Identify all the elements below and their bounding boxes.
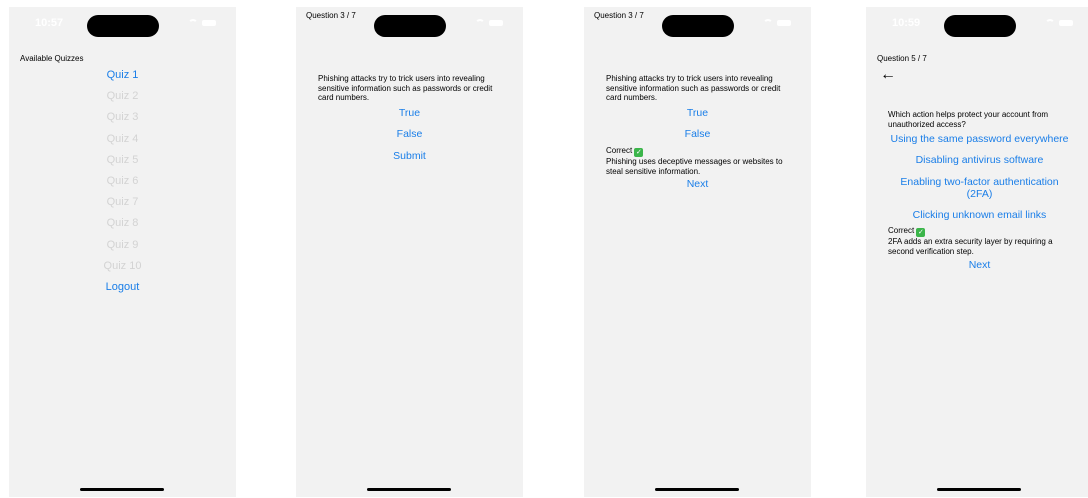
quiz-3-button: Quiz 3 (106, 111, 139, 124)
quiz-5-button: Quiz 5 (106, 153, 139, 166)
option-same-password-button[interactable]: Using the same password everywhere (866, 133, 1088, 145)
answer-feedback: Correct ✓ 2FA adds an extra security lay… (888, 226, 1078, 256)
submit-button[interactable]: Submit (296, 150, 523, 162)
feedback-label: Correct (606, 146, 633, 155)
battery-icon (1059, 19, 1073, 26)
quiz-4-button: Quiz 4 (106, 132, 139, 145)
next-button[interactable]: Next (866, 259, 1088, 271)
question-counter: Question 3 / 7 (306, 11, 356, 20)
option-2fa-button[interactable]: Enabling two-factor authentication (2FA) (896, 176, 1063, 200)
home-indicator[interactable] (937, 488, 1021, 491)
page-title: Available Quizzes (20, 54, 84, 63)
quiz-9-button: Quiz 9 (106, 238, 139, 251)
dynamic-island (944, 15, 1016, 37)
status-time: 10:57 (35, 17, 64, 29)
question-counter: Question 5 / 7 (877, 54, 927, 63)
check-mark-icon: ✓ (916, 228, 926, 237)
home-indicator[interactable] (80, 488, 164, 491)
dynamic-island (662, 15, 734, 37)
check-mark-icon: ✓ (634, 148, 644, 157)
wifi-icon (1045, 19, 1055, 26)
question-text: Which action helps protect your account … (888, 110, 1049, 129)
home-indicator[interactable] (367, 488, 451, 491)
quiz-8-button: Quiz 8 (106, 217, 139, 230)
battery-icon (777, 19, 791, 26)
question-screen-answered: Question 3 / 7 Phishing attacks try to t… (584, 7, 811, 497)
question-screen-unanswered: Question 3 / 7 Phishing attacks try to t… (296, 7, 523, 497)
answer-feedback: Correct ✓ Phishing uses deceptive messag… (606, 146, 796, 176)
quiz-6-button: Quiz 6 (106, 174, 139, 187)
question-text: Phishing attacks try to trick users into… (606, 74, 781, 102)
next-button[interactable]: Next (584, 178, 811, 190)
back-arrow-icon[interactable]: ← (880, 67, 896, 83)
quiz-menu: Quiz 1 Quiz 2 Quiz 3 Quiz 4 Quiz 5 Quiz … (9, 65, 236, 298)
true-option-button[interactable]: True (584, 107, 811, 119)
question-text: Phishing attacks try to trick users into… (318, 74, 493, 102)
battery-icon (489, 19, 503, 26)
wifi-icon (188, 19, 198, 26)
multiple-choice-screen: 10:59 Question 5 / 7 ← Which action help… (866, 7, 1088, 497)
option-disable-antivirus-button[interactable]: Disabling antivirus software (866, 154, 1088, 166)
false-option-button[interactable]: False (584, 128, 811, 140)
false-option-button[interactable]: False (296, 128, 523, 140)
dynamic-island (87, 15, 159, 37)
status-time: 10:59 (892, 17, 921, 29)
feedback-label: Correct (888, 226, 915, 235)
quiz-1-button[interactable]: Quiz 1 (9, 65, 236, 86)
wifi-icon (763, 19, 773, 26)
feedback-explanation: Phishing uses deceptive messages or webs… (606, 157, 783, 176)
status-bar: 10:59 (866, 7, 1088, 41)
wifi-icon (475, 19, 485, 26)
quiz-list-screen: 10:57 Available Quizzes Quiz 1 Quiz 2 Qu… (9, 7, 236, 497)
quiz-7-button: Quiz 7 (106, 196, 139, 209)
feedback-explanation: 2FA adds an extra security layer by requ… (888, 237, 1053, 256)
home-indicator[interactable] (655, 488, 739, 491)
logout-button[interactable]: Logout (9, 277, 236, 298)
battery-icon (202, 19, 216, 26)
question-counter: Question 3 / 7 (594, 11, 644, 20)
quiz-2-button: Quiz 2 (106, 90, 139, 103)
true-option-button[interactable]: True (296, 107, 523, 119)
quiz-10-button: Quiz 10 (103, 259, 142, 272)
option-unknown-links-button[interactable]: Clicking unknown email links (866, 209, 1088, 221)
status-bar: 10:57 (9, 7, 236, 41)
dynamic-island (374, 15, 446, 37)
